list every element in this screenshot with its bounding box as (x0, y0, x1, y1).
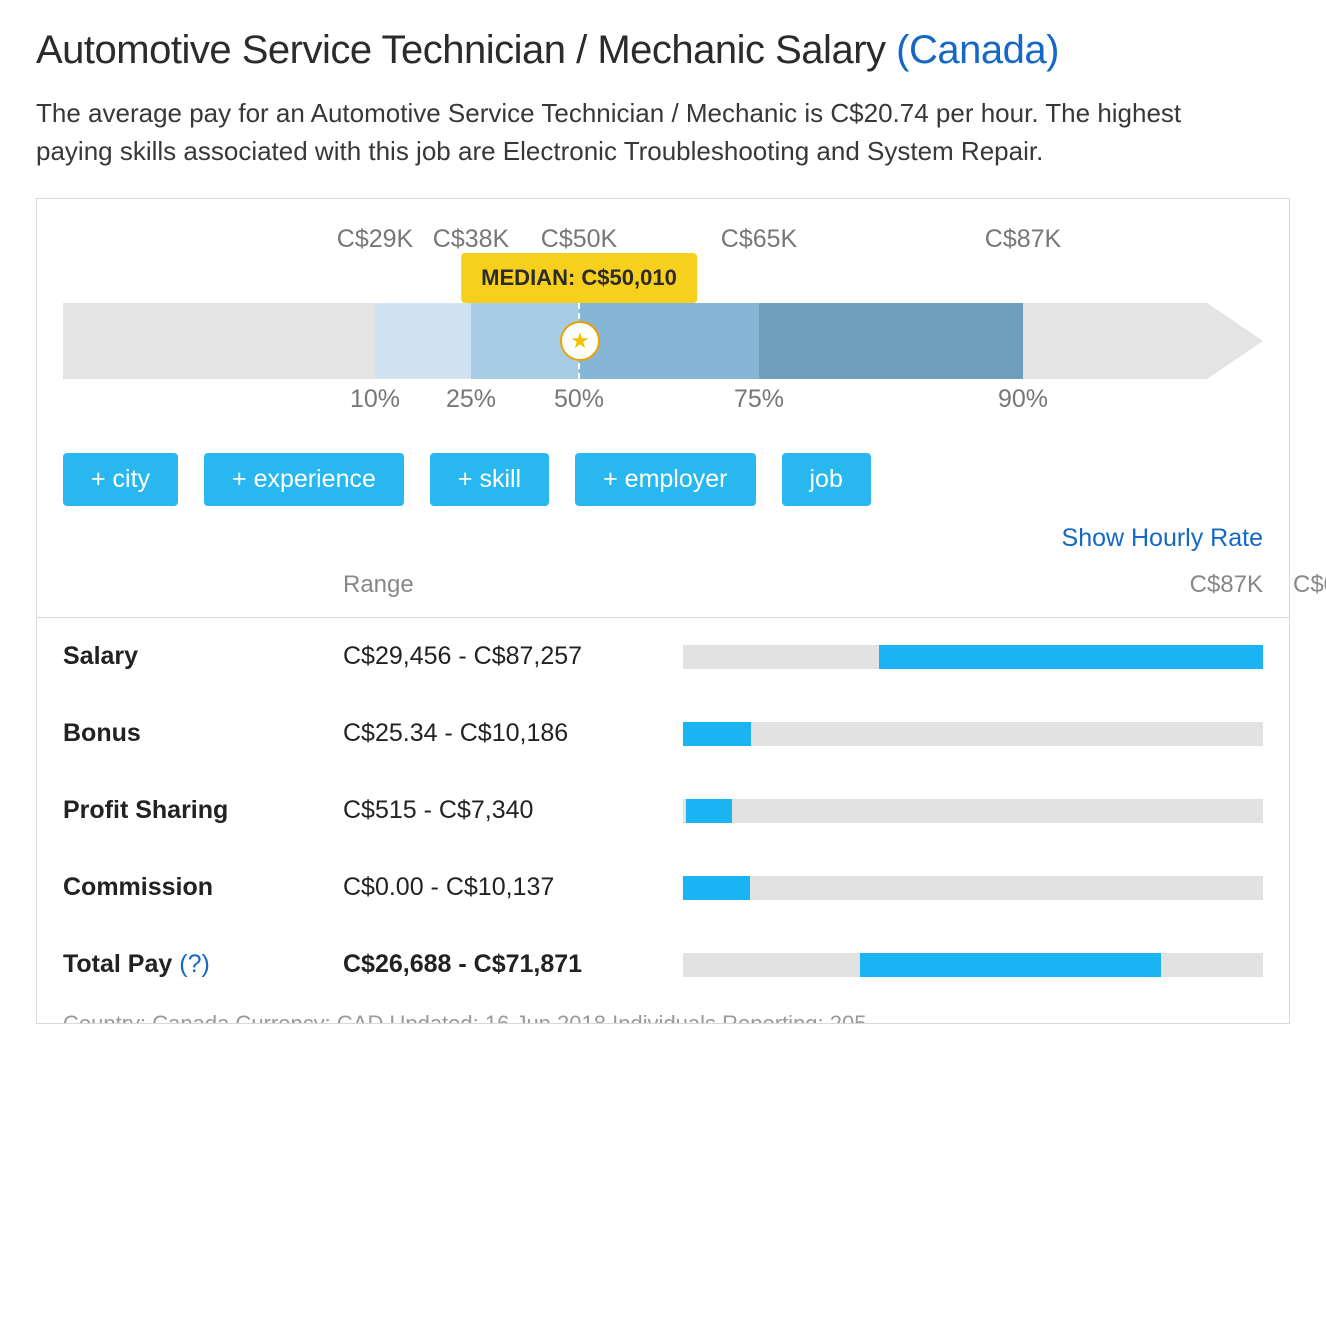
percentile-segment (579, 303, 759, 379)
filter-button[interactable]: + skill (430, 453, 549, 506)
range-row: Commission C$0.00 - C$10,137 (37, 849, 1289, 926)
percentile-tick-label: 50% (554, 385, 604, 414)
axis-min-label: C$0 (1293, 571, 1326, 599)
percentile-percent-labels: 10% 25% 50% 75% 90% (63, 385, 1263, 419)
salary-panel: C$29K C$38K C$50K C$65K C$87K MEDIAN: C$50,0… (36, 198, 1290, 1024)
range-bar-track (683, 876, 1263, 900)
percentile-segment (759, 303, 1023, 379)
range-bar-fill (686, 799, 731, 823)
percentile-arrow: ★ (63, 303, 1263, 379)
range-row-text: C$25.34 - C$10,186 (343, 719, 683, 748)
median-badge: MEDIAN: C$50,010 (461, 253, 697, 303)
filter-button[interactable]: + experience (204, 453, 404, 506)
filter-button[interactable]: + employer (575, 453, 755, 506)
range-row: Profit Sharing C$515 - C$7,340 (37, 772, 1289, 849)
range-table-body: Salary C$29,456 - C$87,257Bonus C$25.34 … (37, 617, 1289, 1003)
range-column-label: Range (343, 571, 683, 599)
filter-button[interactable]: job (782, 453, 871, 506)
percentile-value-label: C$87K (985, 225, 1061, 254)
star-icon: ★ (560, 321, 600, 361)
footer-metadata: Country: Canada Currency: CAD Updated: 1… (63, 1003, 1263, 1023)
range-table-header: Range C$0 C$87K (63, 561, 1263, 617)
percentile-segment (375, 303, 471, 379)
range-row: Total Pay (?)C$26,688 - C$71,871 (37, 926, 1289, 1003)
percentile-value-label: C$38K (433, 225, 509, 254)
percentile-value-label: C$29K (337, 225, 413, 254)
range-row: Salary C$29,456 - C$87,257 (37, 618, 1289, 695)
percentile-tick-label: 75% (734, 385, 784, 414)
range-bar-track (683, 645, 1263, 669)
range-row-text: C$26,688 - C$71,871 (343, 950, 683, 979)
range-bar-track (683, 953, 1263, 977)
help-icon[interactable]: (?) (179, 950, 210, 978)
range-row-label: Profit Sharing (63, 796, 343, 825)
range-row-label: Bonus (63, 719, 343, 748)
range-bar-fill (860, 953, 1160, 977)
range-row-label: Total Pay (?) (63, 950, 343, 979)
title-location-link[interactable]: (Canada) (896, 28, 1059, 72)
filter-bar: + city + experience + skill + employer job (63, 453, 1263, 506)
arrow-head-icon (1207, 303, 1263, 379)
range-row-label: Salary (63, 642, 343, 671)
median-marker: ★ (578, 303, 580, 379)
page-title: Automotive Service Technician / Mechanic… (36, 28, 1290, 73)
percentile-tick-label: 25% (446, 385, 496, 414)
range-row: Bonus C$25.34 - C$10,186 (37, 695, 1289, 772)
percentile-chart: C$29K C$38K C$50K C$65K C$87K MEDIAN: C$50,0… (63, 225, 1263, 419)
range-bar-track (683, 799, 1263, 823)
percentile-tick-label: 90% (998, 385, 1048, 414)
axis-max-label: C$87K (1190, 571, 1263, 599)
range-row-text: C$515 - C$7,340 (343, 796, 683, 825)
percentile-value-label: C$65K (721, 225, 797, 254)
range-row-text: C$29,456 - C$87,257 (343, 642, 683, 671)
summary-text: The average pay for an Automotive Servic… (36, 95, 1236, 170)
percentile-tick-label: 10% (350, 385, 400, 414)
range-row-text: C$0.00 - C$10,137 (343, 873, 683, 902)
range-bar-fill (683, 722, 751, 746)
range-bar-fill (683, 876, 750, 900)
percentile-value-label: C$50K (541, 225, 617, 254)
range-bar-fill (879, 645, 1263, 669)
title-text: Automotive Service Technician / Mechanic… (36, 28, 896, 72)
filter-button[interactable]: + city (63, 453, 178, 506)
range-bar-track (683, 722, 1263, 746)
range-row-label: Commission (63, 873, 343, 902)
show-hourly-link[interactable]: Show Hourly Rate (63, 524, 1263, 553)
